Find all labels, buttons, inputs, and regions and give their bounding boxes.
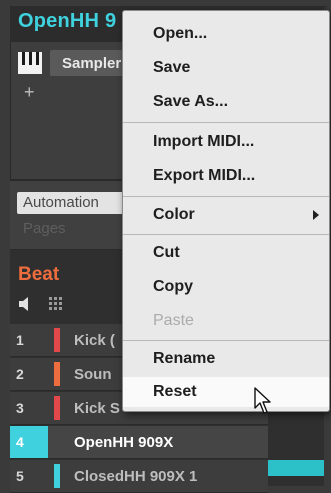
menu-item-export-midi[interactable]: Export MIDI... bbox=[123, 161, 329, 191]
menu-item-label: Copy bbox=[153, 278, 193, 295]
grid-icon[interactable] bbox=[48, 296, 64, 312]
automation-tab-label: Automation bbox=[23, 194, 99, 211]
context-menu: Open... Save Save As... Import MIDI... E… bbox=[122, 10, 330, 412]
menu-separator bbox=[123, 122, 329, 123]
sound-color-stripe bbox=[54, 362, 60, 386]
pattern-strip bbox=[268, 460, 324, 476]
menu-item-color[interactable]: Color bbox=[123, 200, 329, 230]
menu-item-reset[interactable]: Reset bbox=[123, 377, 329, 407]
plus-icon[interactable]: + bbox=[24, 82, 35, 103]
menu-item-label: Rename bbox=[153, 350, 216, 367]
sound-number: 4 bbox=[16, 434, 24, 450]
menu-item-label: Save bbox=[153, 59, 191, 76]
menu-item-label: Paste bbox=[153, 312, 194, 329]
menu-separator bbox=[123, 340, 329, 341]
sound-row-5[interactable]: 5 ClosedHH 909X 1 bbox=[10, 460, 268, 493]
menu-separator bbox=[123, 234, 329, 235]
menu-item-label: Cut bbox=[153, 244, 180, 261]
menu-item-label: Import MIDI... bbox=[153, 133, 255, 150]
menu-item-label: Export MIDI... bbox=[153, 167, 256, 184]
sound-color-stripe bbox=[54, 396, 60, 420]
menu-item-save[interactable]: Save bbox=[123, 53, 329, 83]
sound-number: 1 bbox=[16, 332, 24, 348]
sampler-tab-label: Sampler bbox=[62, 55, 122, 72]
pages-label: Pages bbox=[23, 220, 66, 237]
menu-item-label: Open... bbox=[153, 25, 208, 42]
sound-number: 2 bbox=[16, 366, 24, 382]
sound-number: 3 bbox=[16, 400, 24, 416]
menu-separator bbox=[123, 196, 329, 197]
group-name[interactable]: Beat bbox=[18, 264, 59, 286]
menu-item-rename[interactable]: Rename bbox=[123, 344, 329, 374]
sound-name-label: Kick ( bbox=[74, 332, 115, 349]
keyboard-icon[interactable] bbox=[18, 52, 42, 74]
sound-name-label: Soun bbox=[74, 366, 112, 383]
sound-color-stripe bbox=[54, 328, 60, 352]
sound-name-label: Kick S bbox=[74, 400, 120, 417]
sound-color-stripe bbox=[54, 464, 60, 488]
menu-item-label: Reset bbox=[153, 383, 197, 400]
menu-item-cut[interactable]: Cut bbox=[123, 238, 329, 268]
speaker-icon[interactable] bbox=[18, 296, 34, 312]
menu-item-open[interactable]: Open... bbox=[123, 19, 329, 49]
mouse-cursor-icon bbox=[254, 387, 271, 414]
submenu-arrow-icon bbox=[313, 210, 319, 220]
sound-name-label: ClosedHH 909X 1 bbox=[74, 468, 198, 485]
menu-item-copy[interactable]: Copy bbox=[123, 272, 329, 302]
sound-name[interactable]: OpenHH 9 bbox=[18, 10, 116, 33]
menu-item-label: Save As... bbox=[153, 93, 229, 110]
menu-item-import-midi[interactable]: Import MIDI... bbox=[123, 127, 329, 157]
menu-item-paste: Paste bbox=[123, 306, 329, 336]
sound-row-4[interactable]: 4 OpenHH 909X bbox=[10, 426, 268, 459]
menu-item-save-as[interactable]: Save As... bbox=[123, 87, 329, 117]
sound-number: 5 bbox=[16, 468, 24, 484]
menu-item-label: Color bbox=[153, 206, 195, 223]
sound-name-label: OpenHH 909X bbox=[74, 434, 174, 451]
